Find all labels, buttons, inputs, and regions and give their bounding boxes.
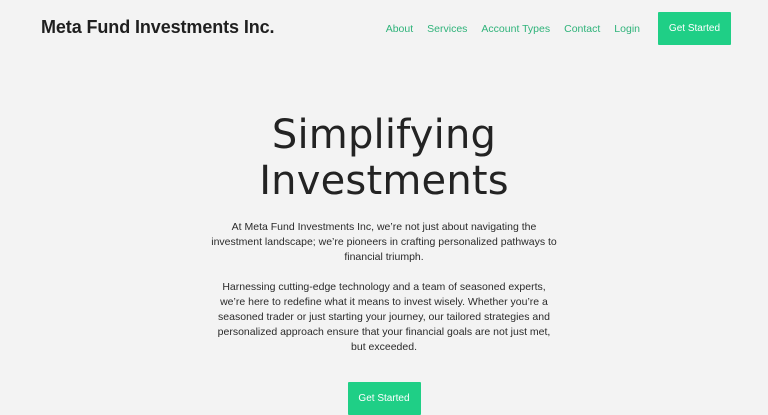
brand-name[interactable]: Meta Fund Investments Inc. xyxy=(41,17,275,38)
nav-link-contact[interactable]: Contact xyxy=(564,23,600,35)
hero-detail-paragraph: Harnessing cutting-edge technology and a… xyxy=(217,281,551,353)
nav-link-login[interactable]: Login xyxy=(614,23,640,35)
hero-title: Simplifying Investments xyxy=(0,112,768,204)
main-nav: About Services Account Types Contact Log… xyxy=(386,12,731,45)
site-header: Meta Fund Investments Inc. About Service… xyxy=(0,0,768,56)
get-started-hero-button[interactable]: Get Started xyxy=(347,382,421,415)
hero-intro-paragraph: At Meta Fund Investments Inc, we’re not … xyxy=(211,221,557,263)
hero-title-line-2: Investments xyxy=(259,158,509,204)
hero-title-line-1: Simplifying xyxy=(271,112,497,158)
nav-link-services[interactable]: Services xyxy=(427,23,467,35)
get-started-nav-button[interactable]: Get Started xyxy=(658,12,731,45)
hero-section: Simplifying Investments At Meta Fund Inv… xyxy=(0,112,768,415)
nav-link-account-types[interactable]: Account Types xyxy=(481,23,550,35)
nav-link-about[interactable]: About xyxy=(386,23,413,35)
